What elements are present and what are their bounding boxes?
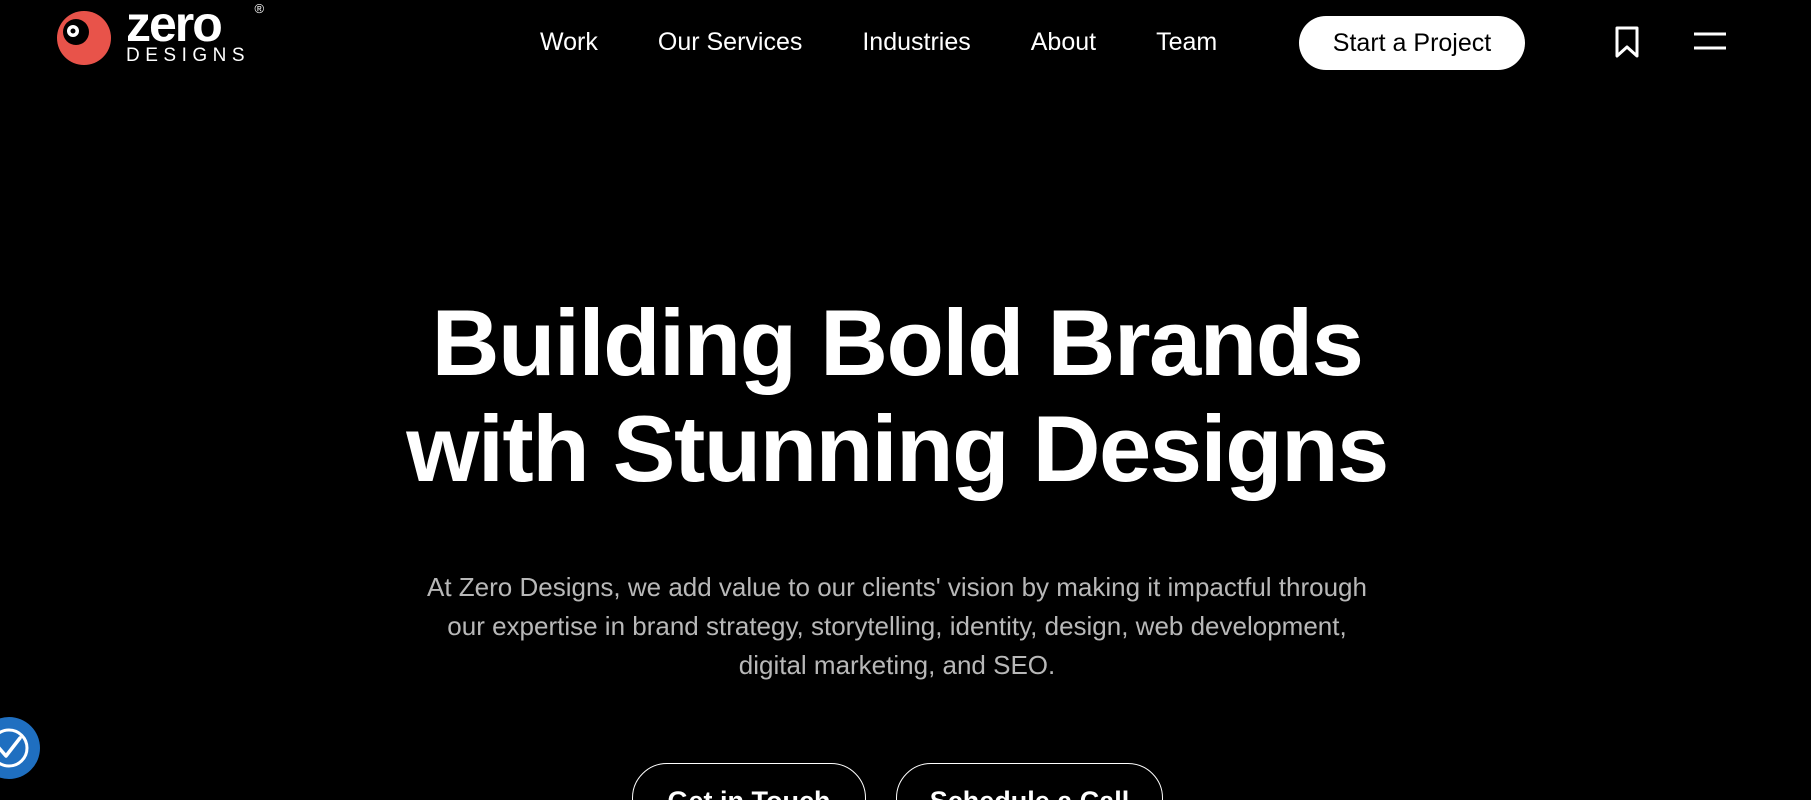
page: zero DESIGNS ® Work Our Services Industr… [0, 0, 1811, 800]
hero-description-line: At Zero Designs, we add value to our cli… [427, 572, 1367, 602]
logo-eye-icon [57, 11, 111, 65]
logo-subword: DESIGNS [126, 45, 251, 66]
accessibility-widget-button[interactable] [0, 717, 40, 779]
schedule-call-button[interactable]: Schedule a Call [896, 763, 1163, 800]
brand-logo[interactable]: zero DESIGNS ® [56, 0, 264, 66]
hero-title: Building Bold Brands with Stunning Desig… [0, 290, 1794, 502]
logo-text: zero DESIGNS ® [126, 0, 264, 66]
nav-item-work[interactable]: Work [540, 22, 598, 62]
start-project-button[interactable]: Start a Project [1299, 16, 1525, 70]
nav-item-about[interactable]: About [1031, 22, 1096, 62]
nav-item-team[interactable]: Team [1156, 22, 1217, 62]
get-in-touch-button[interactable]: Get in Touch [632, 763, 866, 800]
hero-description: At Zero Designs, we add value to our cli… [0, 568, 1794, 685]
nav-item-industries[interactable]: Industries [862, 22, 970, 62]
nav-item-our-services[interactable]: Our Services [658, 22, 802, 62]
hero-description-line: our expertise in brand strategy, storyte… [447, 611, 1347, 641]
accessibility-check-icon [0, 728, 29, 768]
registered-mark: ® [254, 1, 265, 16]
hero-description-line: digital marketing, and SEO. [738, 650, 1056, 680]
hero-title-line: Building Bold Brands [431, 290, 1364, 395]
hero-title-line: with Stunning Designs [406, 396, 1389, 501]
logo-word: zero [126, 0, 223, 52]
bookmark-icon[interactable] [1614, 26, 1640, 58]
hamburger-menu-icon[interactable] [1694, 30, 1726, 52]
main-nav: Work Our Services Industries About Team [540, 22, 1217, 62]
